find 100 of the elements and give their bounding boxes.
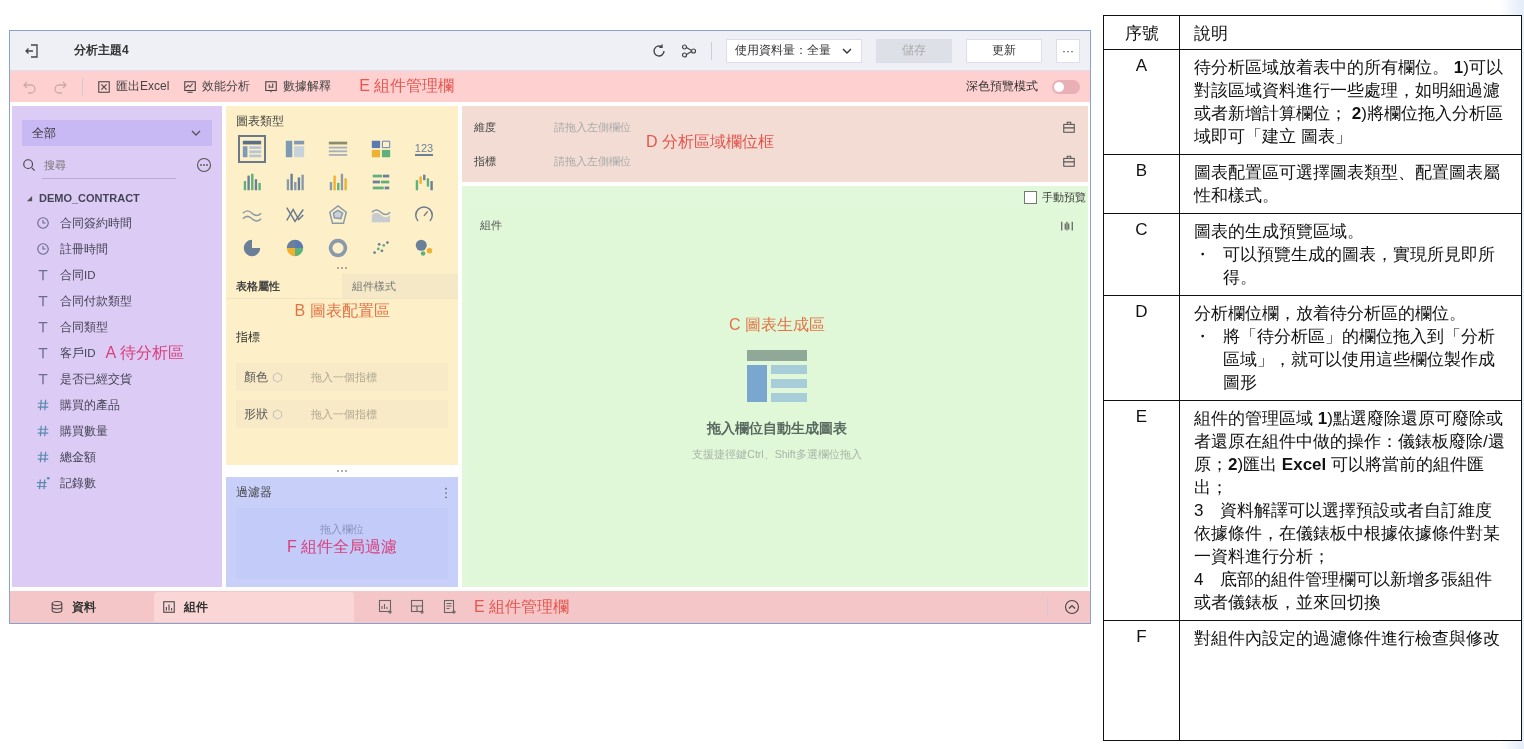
caret-icon[interactable] xyxy=(26,194,33,202)
toggle-switch[interactable] xyxy=(1052,79,1080,94)
search-field[interactable]: 搜尋 xyxy=(42,151,176,179)
table-cell: B xyxy=(1104,155,1180,213)
add-dashboard-icon[interactable] xyxy=(410,599,426,615)
clock-icon xyxy=(36,216,50,230)
exit-icon[interactable] xyxy=(24,42,40,59)
search-icon[interactable] xyxy=(22,158,36,172)
text-type-icon xyxy=(36,268,50,282)
bar-chart-icon xyxy=(327,171,349,193)
table-cell-text: 分析欄位欄，放着待分析區的欄位。 xyxy=(1194,303,1467,325)
number-type-icon xyxy=(36,450,50,464)
annotation-label: A 待分析區 xyxy=(105,342,184,363)
toolbar-button[interactable]: 數據解釋 xyxy=(264,78,332,95)
annotation-label: C 圖表生成區 xyxy=(729,315,825,335)
field-item[interactable]: 合同簽約時間 xyxy=(60,215,132,231)
header-button[interactable]: 更新 xyxy=(966,38,1042,63)
table-cell: C xyxy=(1104,214,1180,295)
add-report-icon[interactable] xyxy=(442,599,458,615)
table-cell-text: 對組件內設定的過濾條件進行檢查與修改 xyxy=(1194,628,1501,650)
text-type-icon xyxy=(36,294,50,308)
resize-handle[interactable] xyxy=(335,468,349,474)
radar-chart-icon xyxy=(327,204,349,226)
card-title: 組件 xyxy=(480,218,502,233)
refresh-icon[interactable] xyxy=(651,42,667,59)
bar-chart-icon xyxy=(284,171,306,193)
clock-icon xyxy=(36,242,50,256)
more-icon[interactable] xyxy=(196,157,212,173)
chart-type-button[interactable] xyxy=(238,135,266,163)
field-item[interactable]: 購買的產品 xyxy=(60,397,120,413)
table-cell: F xyxy=(1104,621,1180,740)
field-item[interactable]: 合同類型 xyxy=(60,319,108,335)
pie-chart-icon xyxy=(284,237,306,259)
panel-title: 過濾器 xyxy=(236,485,272,500)
field-item[interactable]: 是否已經交貨 xyxy=(60,371,132,387)
field-box-label: 指標 xyxy=(474,153,497,169)
toggle-label: 深色預覽模式 xyxy=(966,78,1038,95)
checkbox-label: 手動預覽 xyxy=(1042,189,1086,205)
number-type-icon xyxy=(36,424,50,438)
annotation-label: B 圖表配置區 xyxy=(294,301,390,321)
table-cell-text: 將「待分析區」的欄位拖入到「分析區域」，就可以使用這些欄位製作成圖形 xyxy=(1223,326,1496,394)
monitor-chart-icon xyxy=(183,79,198,94)
bullet-mark: ・ xyxy=(1194,244,1211,266)
tree-node[interactable]: DEMO_CONTRACT xyxy=(22,186,212,210)
bottom-tab[interactable]: 組件 xyxy=(154,592,354,622)
annotation-label: E 組件管理欄 xyxy=(474,596,570,617)
number-type-icon xyxy=(36,398,50,412)
table-cell: A xyxy=(1104,50,1180,154)
column-header: 說明 xyxy=(1193,23,1229,45)
window-title: 分析主題4 xyxy=(74,42,129,59)
section-title: 圖表類型 xyxy=(236,114,285,129)
field-box-label: 維度 xyxy=(474,119,497,135)
toolbar-button[interactable]: 匯出Excel xyxy=(97,78,170,95)
column-header: 序號 xyxy=(1104,16,1180,49)
field-item[interactable]: 總金額 xyxy=(60,449,96,465)
hexagon-icon xyxy=(272,408,283,420)
tab[interactable]: 組件樣式 xyxy=(342,274,458,298)
table-cell-text: 圖表配置區可選擇圖表類型、配置圖表屬性和樣式。 xyxy=(1194,162,1501,207)
field-item[interactable]: 合同ID xyxy=(60,267,96,283)
pivot-table-icon xyxy=(284,138,306,160)
field-item[interactable]: 記錄數 xyxy=(60,475,96,491)
field-item[interactable]: 購買數量 xyxy=(60,423,108,439)
bag-icon[interactable] xyxy=(1062,154,1076,168)
data-amount-dropdown[interactable]: 使用資料量：全量 xyxy=(726,38,862,63)
text-type-icon xyxy=(36,372,50,386)
collapse-icon[interactable] xyxy=(1064,599,1080,615)
annotation-label: E 組件管理欄 xyxy=(359,76,455,96)
bottom-tab[interactable]: 資料 xyxy=(10,592,138,622)
empty-state-hint: 支援捷徑鍵Ctrl、Shift多選欄位拖入 xyxy=(692,448,862,462)
table-cell: E xyxy=(1104,401,1180,620)
chart-icon xyxy=(162,600,176,614)
empty-state-title: 拖入欄位自動生成圖表 xyxy=(707,420,847,438)
kebab-menu-icon[interactable] xyxy=(444,486,448,499)
add-chart-icon[interactable] xyxy=(378,599,394,615)
text-type-icon xyxy=(36,346,50,360)
checkbox[interactable] xyxy=(1024,190,1037,204)
tab[interactable]: 表格屬性 xyxy=(226,274,342,298)
table-cell-text: 3 資料解譯可以選擇預設或者自訂維度依據條件，在儀錶板中根據依據條件對某一資料進行分析； xyxy=(1194,500,1501,568)
flow-icon[interactable] xyxy=(681,42,697,59)
table-icon xyxy=(241,138,263,160)
bag-icon[interactable] xyxy=(1062,120,1076,134)
toolbar-button[interactable]: 效能分析 xyxy=(183,78,251,95)
field-item[interactable]: 客戶ID xyxy=(60,345,96,361)
hexagon-icon xyxy=(272,371,283,383)
resize-handle[interactable] xyxy=(335,265,349,271)
calculated-number-icon xyxy=(36,476,50,490)
bar-chart-icon xyxy=(241,171,263,193)
text-type-icon xyxy=(36,320,50,334)
excel-icon xyxy=(97,79,111,94)
more-button[interactable]: ··· xyxy=(1056,38,1080,63)
field-item[interactable]: 合同付款類型 xyxy=(60,293,132,309)
annotation-label: D 分析區域欄位框 xyxy=(646,132,774,152)
field-item[interactable]: 註冊時間 xyxy=(60,241,108,257)
donut-chart-icon xyxy=(327,237,349,259)
table-cell-text: 圖表的生成預覽區域。 xyxy=(1194,221,1365,243)
table-cell: D xyxy=(1104,296,1180,400)
chart-type-button[interactable]: 123 xyxy=(410,135,438,163)
table-cell-text: 可以預覽生成的圖表，實現所見即所得。 xyxy=(1223,244,1496,289)
scope-dropdown[interactable]: 全部 xyxy=(22,120,212,146)
section-label: 指標 xyxy=(236,330,261,345)
